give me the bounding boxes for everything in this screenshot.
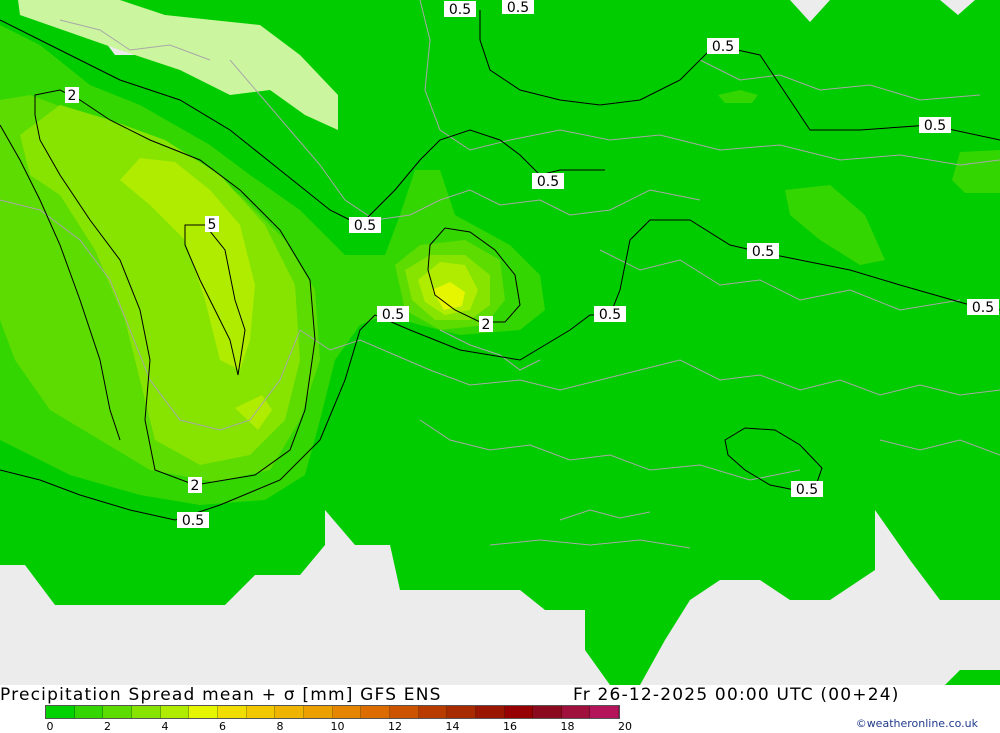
legend-swatch [74, 706, 104, 718]
contour-label: 2 [65, 87, 79, 104]
legend-swatch [504, 706, 534, 718]
legend-tick-label: 18 [560, 720, 575, 733]
svg-text:0.5: 0.5 [382, 307, 404, 323]
legend-swatch [475, 706, 505, 718]
credit-link[interactable]: ©weatheronline.co.uk [856, 717, 978, 730]
legend-swatch [303, 706, 333, 718]
legend-swatch [246, 706, 276, 718]
contour-label: 0.5 [349, 217, 381, 234]
legend-tick-label: 14 [445, 720, 460, 733]
svg-text:0.5: 0.5 [752, 244, 774, 260]
legend-swatch [189, 706, 218, 718]
svg-text:0.5: 0.5 [796, 482, 818, 498]
svg-text:0.5: 0.5 [924, 118, 946, 134]
svg-text:2: 2 [482, 317, 491, 333]
svg-text:0.5: 0.5 [354, 218, 376, 234]
map-datetime: Fr 26-12-2025 00:00 UTC (00+24) [573, 685, 900, 705]
legend-tick-label: 16 [503, 720, 517, 733]
legend-footer: Precipitation Spread mean + σ [mm] GFS E… [0, 685, 1000, 733]
svg-text:2: 2 [68, 88, 77, 104]
legend-swatch [447, 706, 476, 718]
band-2-4-east-edge [952, 150, 1000, 193]
svg-text:0.5: 0.5 [972, 300, 994, 316]
legend-tick-label: 8 [276, 720, 284, 733]
contour-label: 0.5 [747, 243, 779, 260]
contour-label: 0.5 [502, 0, 534, 16]
legend-swatch [590, 706, 620, 718]
contour-label: 2 [479, 316, 493, 333]
svg-text:0.5: 0.5 [712, 39, 734, 55]
contour-label: 0.5 [919, 117, 951, 134]
svg-text:2: 2 [191, 478, 200, 494]
legend-swatch [533, 706, 562, 718]
contour-label: 0.5 [532, 173, 564, 190]
contour-label: 0.5 [967, 299, 999, 316]
svg-text:0.5: 0.5 [537, 174, 559, 190]
contour-label: 0.5 [444, 1, 476, 18]
svg-text:0.5: 0.5 [449, 2, 471, 18]
contour-label: 2 [188, 477, 202, 494]
legend-swatch [389, 706, 419, 718]
legend-swatch [418, 706, 448, 718]
legend-swatch [275, 706, 304, 718]
legend-swatch [361, 706, 390, 718]
legend-swatch [131, 706, 161, 718]
contour-label: 5 [205, 216, 219, 233]
legend-swatch [46, 706, 75, 718]
svg-text:5: 5 [208, 217, 217, 233]
legend-swatch [103, 706, 132, 718]
legend-swatch [332, 706, 362, 718]
legend-swatch [217, 706, 247, 718]
legend-tick-label: 10 [330, 720, 345, 733]
contour-label: 0.5 [791, 481, 823, 498]
svg-text:0.5: 0.5 [599, 307, 621, 323]
legend-tick-label: 12 [388, 720, 402, 733]
map-title: Precipitation Spread mean + σ [mm] GFS E… [0, 685, 442, 705]
legend-tick-label: 0 [46, 720, 54, 733]
legend-tick-label: 4 [161, 720, 169, 733]
legend-swatch [561, 706, 591, 718]
contour-label: 0.5 [707, 38, 739, 55]
contour-label: 0.5 [177, 512, 209, 529]
legend-tick-label: 2 [104, 720, 111, 733]
legend-tick-label: 20 [618, 720, 632, 733]
color-legend-bar [45, 705, 620, 719]
svg-text:0.5: 0.5 [507, 0, 529, 16]
legend-tick-label: 6 [219, 720, 226, 733]
legend-swatch [160, 706, 190, 718]
contour-label: 0.5 [377, 306, 409, 323]
color-legend-ticks: 0 2 4 6 8 10 12 14 16 18 20 [0, 720, 700, 733]
contour-label: 0.5 [594, 306, 626, 323]
precipitation-spread-map: 0.5 0.5 0.5 0.5 0.5 0.5 0.5 0.5 0.5 0.5 … [0, 0, 1000, 685]
svg-text:0.5: 0.5 [182, 513, 204, 529]
